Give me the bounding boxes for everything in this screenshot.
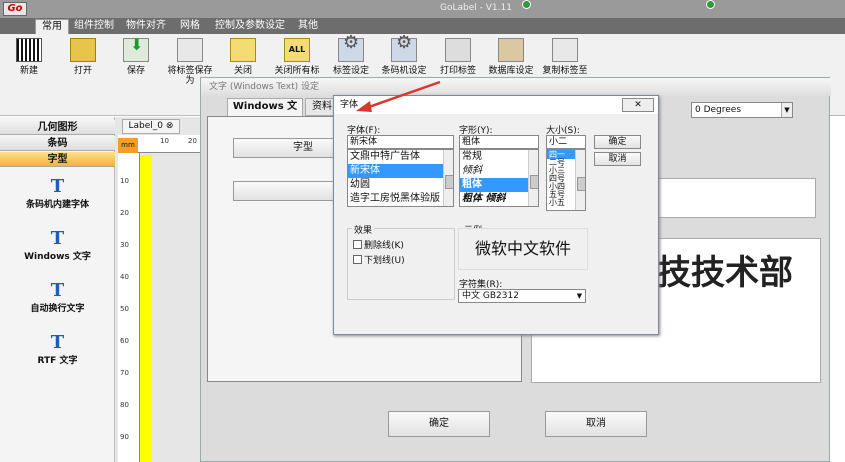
copy-label-icon xyxy=(552,38,578,62)
label-settings-icon xyxy=(338,38,364,62)
printer-settings-icon xyxy=(391,38,417,62)
close-icon[interactable]: ✕ xyxy=(622,98,654,112)
tab-windows-text[interactable]: Windows 文字 xyxy=(227,98,303,128)
open-button[interactable]: 打开 xyxy=(57,38,109,88)
save-as-icon xyxy=(177,38,203,62)
font-cancel-button[interactable]: 取消 xyxy=(594,152,641,166)
close-all-icon: ALL xyxy=(284,38,310,62)
open-icon xyxy=(70,38,96,62)
style-list[interactable]: 常规 倾斜 粗体 粗体 倾斜 xyxy=(459,149,539,207)
section-barcode[interactable]: 条码 xyxy=(0,136,115,151)
new-button[interactable]: 新建 xyxy=(3,38,55,88)
title-bar xyxy=(0,0,845,18)
charset-select[interactable]: 中文 GB2312 xyxy=(458,289,586,303)
cancel-button[interactable]: 取消 xyxy=(545,411,647,437)
printer-font-item[interactable]: T 条码机内建字体 xyxy=(0,176,115,211)
rtf-text-icon: T xyxy=(50,332,65,353)
list-item[interactable]: 倾斜 xyxy=(460,164,538,178)
checkbox-icon[interactable] xyxy=(353,255,362,264)
underline-checkbox[interactable]: 下划线(U) xyxy=(353,253,405,266)
tab-control-params[interactable]: 控制及参数设定 xyxy=(214,19,286,34)
style-input[interactable]: 粗体 xyxy=(459,135,539,149)
print-icon xyxy=(445,38,471,62)
windows-text-item[interactable]: T Windows 文字 xyxy=(0,228,115,263)
windows-text-icon: T xyxy=(50,228,65,249)
rotation-select[interactable]: 0 Degrees xyxy=(691,102,793,118)
font-dialog: 字体 ✕ 字体(F): 新宋体 文鼎中特广告体 新宋体 幼圆 造字工房悦黑体验版… xyxy=(333,95,659,335)
tab-component-control[interactable]: 组件控制 xyxy=(72,19,116,34)
scrollbar[interactable] xyxy=(575,150,585,210)
save-button[interactable]: 保存 xyxy=(110,38,162,88)
size-input[interactable]: 小二 xyxy=(546,135,586,149)
strikeout-checkbox[interactable]: 删除线(K) xyxy=(353,238,404,251)
ok-button[interactable]: 确定 xyxy=(388,411,490,437)
list-item[interactable]: 常规 xyxy=(460,150,538,164)
wrap-text-icon: T xyxy=(50,280,65,301)
app-logo: Go xyxy=(3,2,27,16)
preview-text: 技技术部 xyxy=(657,253,793,293)
section-font[interactable]: 字型 xyxy=(0,152,115,167)
tab-grid[interactable]: 网格 xyxy=(176,19,204,34)
font-ok-button[interactable]: 确定 xyxy=(594,135,641,149)
save-icon xyxy=(123,38,149,62)
tab-object-align[interactable]: 物件对齐 xyxy=(124,19,168,34)
close-folder-icon xyxy=(230,38,256,62)
unit-badge: mm xyxy=(118,138,138,153)
scrollbar[interactable] xyxy=(528,150,538,206)
font-list[interactable]: 文鼎中特广告体 新宋体 幼圆 造字工房悦黑体验版 xyxy=(347,149,454,207)
list-item[interactable]: 造字工房悦黑体验版 xyxy=(348,192,453,206)
wrap-text-item[interactable]: T 自动换行文字 xyxy=(0,280,115,315)
font-input[interactable]: 新宋体 xyxy=(347,135,454,149)
object-panel: 几何图形 条码 字型 T 条码机内建字体 T Windows 文字 T 自动换行文字 … xyxy=(0,117,115,462)
barcode-icon xyxy=(16,38,42,62)
dialog-title: 文字 (Windows Text) 设定 xyxy=(201,78,831,96)
sample-preview: 微软中文软件 xyxy=(458,228,588,270)
text-icon: T xyxy=(50,176,65,197)
status-indicator-icon xyxy=(706,0,715,9)
rtf-text-item[interactable]: T RTF 文字 xyxy=(0,332,115,367)
text-input-area[interactable] xyxy=(641,178,816,218)
list-item[interactable]: 粗体 xyxy=(460,178,538,192)
effects-label: 效果 xyxy=(352,223,375,236)
chevron-down-icon[interactable]: ▼ xyxy=(781,103,792,117)
list-item[interactable]: 幼圆 xyxy=(348,178,453,192)
status-indicator-icon xyxy=(522,0,531,9)
scrollbar[interactable] xyxy=(443,150,453,206)
checkbox-icon[interactable] xyxy=(353,240,362,249)
chevron-down-icon[interactable]: ▼ xyxy=(574,290,585,302)
tab-other[interactable]: 其他 xyxy=(294,19,322,34)
list-item[interactable]: 文鼎中特广告体 xyxy=(348,150,453,164)
section-geometry[interactable]: 几何图形 xyxy=(0,120,115,135)
list-item[interactable]: 新宋体 xyxy=(348,164,453,178)
ruler-vertical: 10 20 30 40 50 60 70 80 90 xyxy=(118,153,140,462)
close-icon[interactable]: ⊗ xyxy=(166,121,174,131)
database-icon xyxy=(498,38,524,62)
tab-common[interactable]: 常用 xyxy=(35,19,69,34)
annotation-arrow-icon xyxy=(356,80,441,112)
list-item[interactable]: 粗体 倾斜 xyxy=(460,192,538,206)
label-edge-marker xyxy=(140,155,152,462)
document-tab[interactable]: Label_0 ⊗ xyxy=(122,119,180,134)
size-list[interactable]: 四一 二号 小三 四号 小四 五号 小五 xyxy=(546,149,586,211)
app-title: GoLabel - V1.11 xyxy=(440,3,512,13)
menu-bar: 常用 组件控制 物件对齐 网格 控制及参数设定 其他 xyxy=(0,18,845,34)
